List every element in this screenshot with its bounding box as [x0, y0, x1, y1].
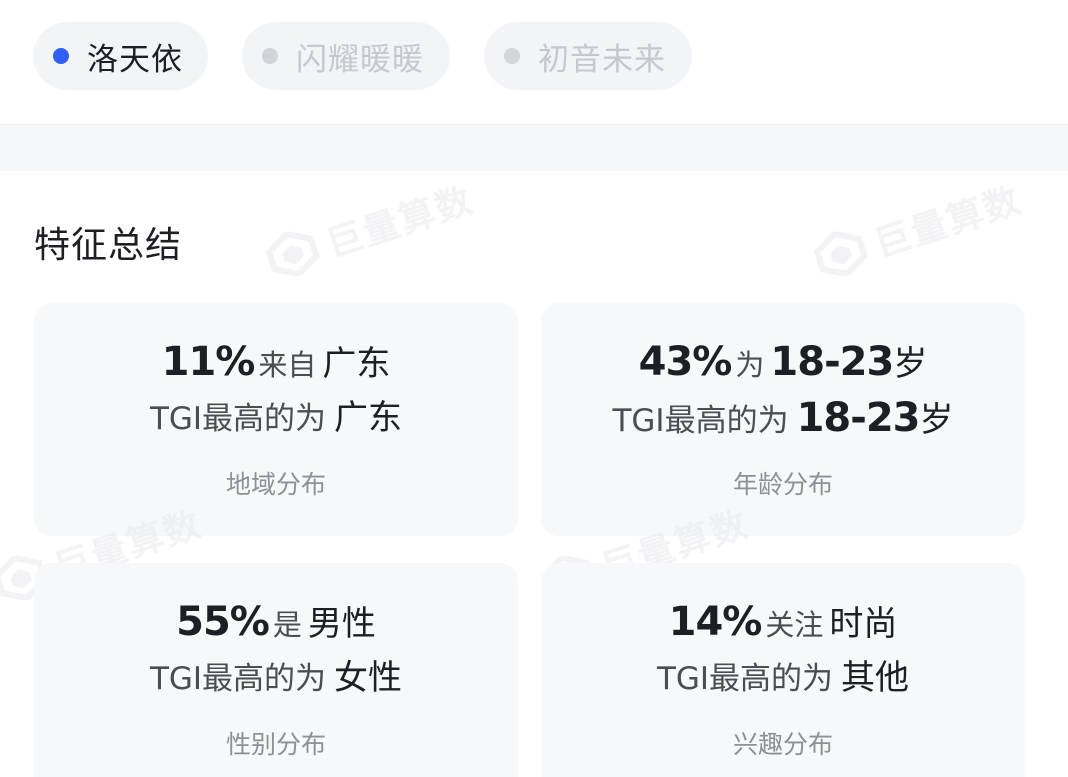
interest-distribution-card[interactable]: 14% 关注 时尚 TGI最高的为 其他 兴趣分布 — [541, 563, 1025, 777]
percent-value: 11% — [161, 339, 256, 385]
percent-value: 55% — [176, 599, 270, 645]
age-distribution-card[interactable]: 43% 为 18-23岁 TGI最高的为 18-23岁 年龄分布 — [541, 303, 1025, 536]
tgi-prefix: TGI最高的为 — [656, 661, 834, 697]
summary-line: 55% 是男性 — [34, 599, 518, 653]
tgi-prefix: TGI最高的为 — [149, 661, 327, 697]
inactive-dot-icon — [262, 48, 278, 64]
watermark-text: 巨量算数 — [869, 179, 1027, 266]
active-dot-icon — [53, 48, 69, 64]
tab-hatsune-miku[interactable]: 初音未来 — [484, 22, 692, 90]
tab-shanyao-nuannuan[interactable]: 闪耀暖暖 — [242, 22, 450, 90]
connector-text: 关注 — [765, 608, 824, 642]
watermark: 巨量算数 — [260, 171, 480, 287]
juliang-logo-icon — [813, 230, 868, 278]
tab-label: 初音未来 — [538, 41, 666, 78]
tgi-value: 广东 — [334, 398, 403, 438]
tgi-line: TGI最高的为 18-23岁 — [541, 395, 1025, 449]
connector-text: 来自 — [258, 348, 317, 382]
feature-value: 广东 — [322, 344, 391, 384]
feature-value: 18-23 — [770, 339, 894, 385]
unit-suffix: 岁 — [893, 344, 928, 384]
section-title: 特征总结 — [34, 225, 183, 266]
connector-text: 为 — [735, 348, 765, 382]
card-caption: 地域分布 — [225, 470, 326, 499]
tgi-prefix: TGI最高的为 — [612, 403, 789, 439]
percent-value: 14% — [668, 599, 763, 645]
tab-label: 洛天依 — [87, 41, 183, 78]
tgi-value: 18-23 — [796, 395, 921, 441]
watermark-text: 巨量算数 — [321, 179, 479, 266]
tgi-prefix: TGI最高的为 — [149, 401, 327, 437]
watermark: 巨量算数 — [808, 171, 1028, 287]
tab-label: 闪耀暖暖 — [296, 41, 424, 78]
summary-line: 11% 来自 广东 — [34, 339, 518, 393]
feature-value: 时尚 — [829, 604, 898, 644]
card-caption: 性别分布 — [225, 730, 326, 759]
gender-distribution-card[interactable]: 55% 是男性 TGI最高的为 女性 性别分布 — [34, 563, 518, 777]
section-separator — [0, 125, 1068, 171]
percent-value: 43% — [638, 339, 733, 385]
feature-value: 男性 — [307, 604, 376, 644]
page: 洛天依 闪耀暖暖 初音未来 巨量算数 巨量算数 特征总结 11% 来自 广东 T… — [0, 0, 1068, 777]
unit-suffix: 岁 — [919, 400, 954, 440]
tgi-line: TGI最高的为 女性 — [34, 655, 518, 707]
tgi-line: TGI最高的为 广东 — [34, 395, 518, 447]
tab-luotianyi[interactable]: 洛天依 — [33, 22, 208, 90]
summary-line: 43% 为 18-23岁 — [541, 339, 1025, 393]
comparison-tabs: 洛天依 闪耀暖暖 初音未来 — [0, 0, 1068, 124]
tgi-value: 其他 — [841, 658, 910, 698]
connector-text: 是 — [272, 608, 302, 642]
summary-line: 14% 关注 时尚 — [541, 599, 1025, 653]
tgi-value: 女性 — [334, 658, 403, 698]
card-caption: 年龄分布 — [732, 470, 833, 499]
card-caption: 兴趣分布 — [732, 730, 833, 759]
tgi-line: TGI最高的为 其他 — [541, 655, 1025, 707]
inactive-dot-icon — [504, 48, 520, 64]
juliang-logo-icon — [265, 230, 320, 278]
region-distribution-card[interactable]: 11% 来自 广东 TGI最高的为 广东 地域分布 — [34, 303, 518, 536]
